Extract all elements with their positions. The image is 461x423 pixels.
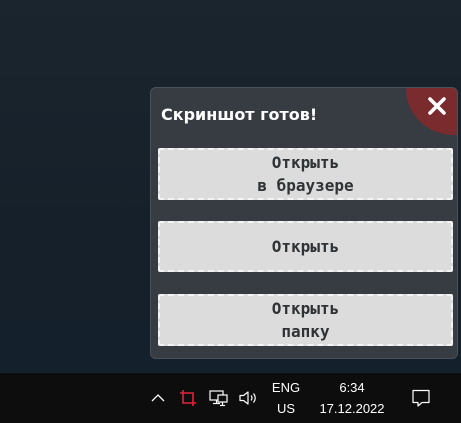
open-button[interactable]: Открыть	[158, 221, 453, 272]
input-language-indicator[interactable]: ENG US	[268, 377, 304, 419]
language-code: ENG	[271, 380, 301, 395]
snipping-tool-tray-button[interactable]	[176, 373, 200, 423]
open-in-browser-button[interactable]: Открыть в браузере	[158, 148, 453, 200]
language-region: US	[276, 401, 296, 416]
volume-tray-button[interactable]	[236, 373, 262, 423]
network-tray-button[interactable]	[206, 373, 232, 423]
network-icon	[209, 390, 228, 407]
show-hidden-icons-button[interactable]	[147, 373, 169, 423]
clock-time: 6:34	[339, 380, 365, 395]
volume-icon	[239, 391, 256, 405]
taskbar-clock[interactable]: 6:34 17.12.2022	[311, 377, 393, 419]
popup-title: Скриншот готов!	[161, 105, 318, 124]
snip-tool-icon	[180, 390, 196, 406]
notification-icon	[412, 389, 430, 407]
chevron-up-icon	[151, 394, 165, 402]
close-button[interactable]	[406, 88, 457, 135]
taskbar: ENG US 6:34 17.12.2022	[0, 373, 461, 423]
notification-center-button[interactable]	[405, 373, 437, 423]
screenshot-ready-popup: Скриншот готов! Открыть в браузере Откры…	[150, 87, 458, 359]
clock-date: 17.12.2022	[319, 401, 385, 416]
close-icon	[428, 97, 446, 115]
open-folder-button[interactable]: Открыть папку	[158, 294, 453, 346]
